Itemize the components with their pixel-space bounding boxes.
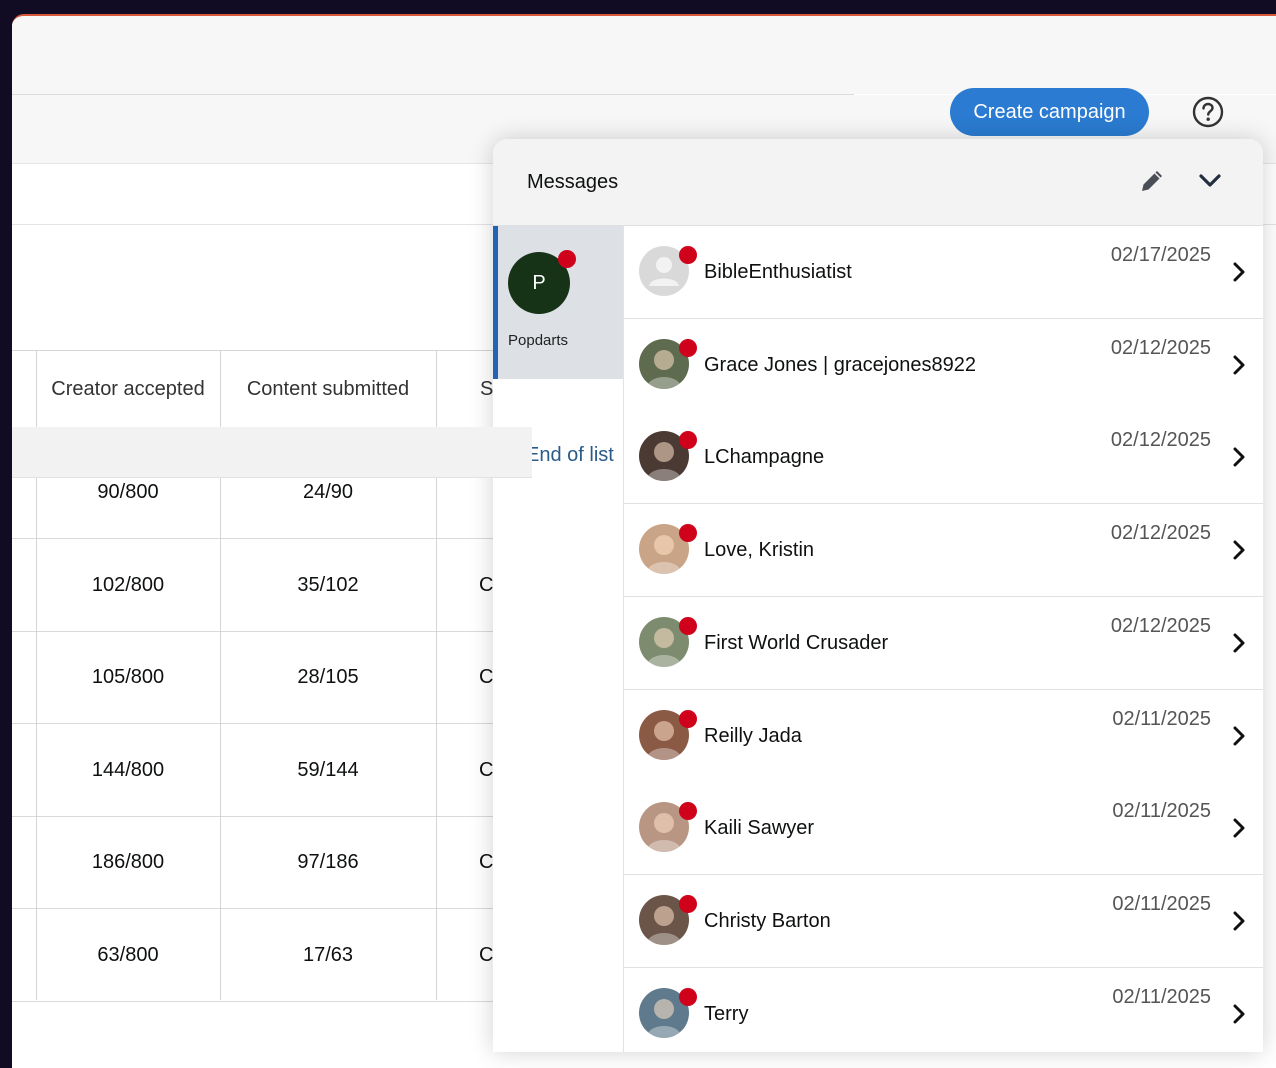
unread-indicator — [679, 709, 697, 728]
unread-indicator — [679, 246, 697, 264]
chevron-right-icon[interactable] — [1229, 260, 1249, 284]
conversation-date: 02/17/2025 — [1110, 244, 1211, 266]
chevron-right-icon[interactable] — [1229, 538, 1249, 562]
cell-content-submitted: 97/186 — [297, 851, 359, 874]
table-filter-row — [12, 427, 532, 478]
chevron-right-icon[interactable] — [1229, 816, 1249, 840]
help-circle-icon[interactable] — [1192, 96, 1224, 128]
conversation-item[interactable]: Love, Kristin 02/12/2025 — [624, 504, 1263, 598]
cell-content-submitted: 35/102 — [297, 573, 359, 596]
conversation-date: 02/11/2025 — [1112, 800, 1211, 823]
messages-title: Messages — [527, 171, 619, 193]
cell-content-submitted: 28/105 — [297, 666, 359, 689]
conversation-name: Love, Kristin — [704, 539, 815, 562]
conversation-date: 02/11/2025 — [1112, 985, 1211, 1008]
chevron-right-icon[interactable] — [1229, 1002, 1249, 1026]
end-of-list-text: End of list — [526, 444, 614, 466]
conversation-name: Reilly Jada — [704, 724, 802, 747]
column-header-creator-accepted[interactable]: Creator accepted — [36, 351, 220, 427]
conversation-name: Terry — [704, 1002, 749, 1025]
top-bar — [12, 16, 1276, 94]
cell-creator-accepted: 63/800 — [97, 944, 159, 966]
conversation-item[interactable]: Grace Jones | gracejones8922 02/12/2025 — [624, 318, 1263, 412]
table-row[interactable]: 144/800 59/144 C — [12, 724, 532, 817]
conversation-item[interactable]: Terry 02/11/2025 — [624, 967, 1263, 1052]
table-row[interactable]: 186/800 97/186 C — [12, 816, 532, 910]
conversation-name: First World Crusader — [704, 631, 889, 654]
cell-creator-accepted: 105/800 — [91, 666, 165, 689]
cell-content-submitted: 59/144 — [297, 758, 359, 781]
account-sidebar: P Popdarts End of list — [493, 226, 624, 1052]
conversation-date: 02/12/2025 — [1110, 614, 1211, 637]
cell-creator-accepted: 144/800 — [91, 758, 165, 781]
table-row[interactable]: 102/800 35/102 C — [12, 539, 532, 632]
conversation-name: Kaili Sawyer — [704, 817, 815, 840]
account-name: Popdarts — [508, 332, 569, 349]
conversation-name: LChampagne — [704, 446, 825, 469]
conversation-date: 02/11/2025 — [1112, 707, 1211, 730]
messages-panel: Messages P Popdarts End of list BibleEnt… — [493, 139, 1263, 1052]
conversation-name: BibleEnthusiatist — [704, 261, 852, 283]
unread-indicator — [679, 431, 697, 450]
conversation-item[interactable]: Kaili Sawyer 02/11/2025 — [624, 782, 1263, 876]
conversation-date: 02/12/2025 — [1110, 336, 1211, 359]
conversation-name: Grace Jones | gracejones8922 — [704, 353, 977, 376]
conversation-item[interactable]: LChampagne 02/12/2025 — [624, 411, 1263, 505]
unread-indicator — [679, 524, 697, 543]
unread-indicator — [558, 250, 576, 268]
unread-indicator — [679, 802, 697, 821]
messages-header: Messages — [493, 139, 1263, 226]
campaign-table: Creator accepted Content submitted S 90/… — [12, 350, 532, 1002]
cell-creator-accepted: 186/800 — [91, 851, 165, 874]
chevron-right-icon[interactable] — [1229, 445, 1249, 469]
chevron-down-icon[interactable] — [1196, 167, 1224, 195]
conversation-date: 02/11/2025 — [1112, 892, 1211, 915]
conversation-item[interactable]: Reilly Jada 02/11/2025 — [624, 689, 1263, 783]
chevron-right-icon[interactable] — [1229, 353, 1249, 377]
conversation-date: 02/12/2025 — [1110, 522, 1211, 545]
pencil-icon[interactable] — [1136, 165, 1168, 197]
unread-indicator — [679, 894, 697, 913]
account-tab-popdarts[interactable]: P Popdarts — [493, 226, 623, 379]
unread-indicator — [679, 338, 697, 357]
conversation-item[interactable]: First World Crusader 02/12/2025 — [624, 596, 1263, 690]
conversation-name: Christy Barton — [704, 909, 831, 932]
unread-indicator — [679, 616, 697, 635]
chevron-right-icon[interactable] — [1229, 724, 1249, 748]
table-row[interactable]: 105/800 28/105 C — [12, 631, 532, 725]
unread-indicator — [679, 987, 697, 1006]
table-row[interactable]: 63/800 17/63 C — [12, 909, 532, 1002]
cell-creator-accepted: 102/800 — [91, 573, 165, 596]
column-header-content-submitted[interactable]: Content submitted — [221, 351, 435, 427]
chevron-right-icon[interactable] — [1229, 631, 1249, 655]
conversation-date: 02/12/2025 — [1110, 429, 1211, 452]
table-header-row: Creator accepted Content submitted S — [12, 350, 532, 428]
cell-content-submitted: 17/63 — [302, 944, 354, 966]
conversation-item[interactable]: BibleEnthusiatist 02/17/2025 — [624, 226, 1263, 319]
create-campaign-button[interactable]: Create campaign — [950, 88, 1149, 136]
chevron-right-icon[interactable] — [1229, 909, 1249, 933]
conversation-item[interactable]: Christy Barton 02/11/2025 — [624, 874, 1263, 968]
